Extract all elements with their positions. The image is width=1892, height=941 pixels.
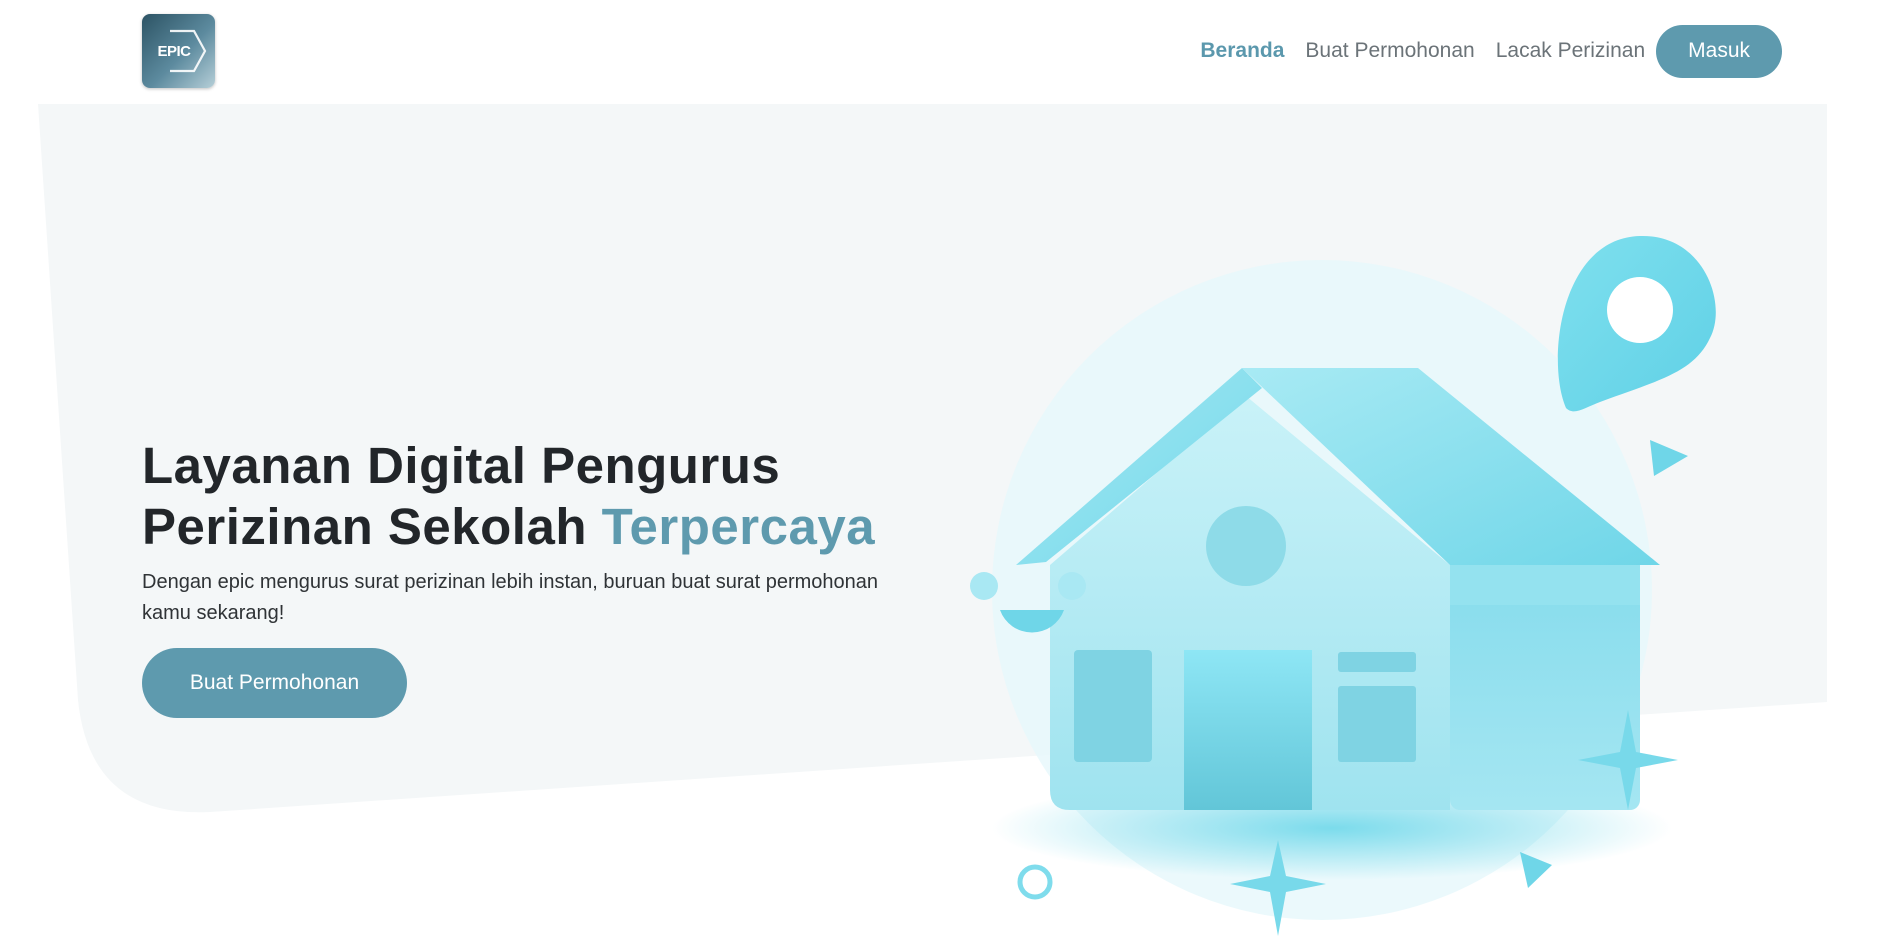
triangle-icon	[1650, 440, 1688, 476]
hero-title-line2: Perizinan Sekolah	[142, 498, 587, 555]
hero-title-accent: Terpercaya	[601, 498, 876, 555]
hero-illustration	[970, 235, 1716, 936]
nav-link-buat-permohonan[interactable]: Buat Permohonan	[1305, 39, 1474, 63]
navbar: EPIC Beranda Buat Permohonan Lacak Periz…	[0, 0, 1892, 104]
create-request-button[interactable]: Buat Permohonan	[142, 648, 407, 718]
nav-menu: Beranda Buat Permohonan Lacak Perizinan …	[1200, 24, 1782, 78]
ring-icon	[1017, 864, 1053, 900]
brand-logo[interactable]: EPIC	[142, 14, 215, 88]
logo-text: EPIC	[157, 43, 191, 60]
nav-link-lacak-perizinan[interactable]: Lacak Perizinan	[1496, 39, 1645, 63]
login-button[interactable]: Masuk	[1656, 24, 1782, 78]
hero-subtitle: Dengan epic mengurus surat perizinan leb…	[142, 571, 879, 624]
nav-link-beranda[interactable]: Beranda	[1200, 39, 1284, 63]
location-pin-icon	[1557, 235, 1716, 412]
hero-title-line1: Layanan Digital Pengurus	[142, 437, 781, 494]
hero-title: Layanan Digital Pengurus Perizinan Sekol…	[142, 435, 875, 557]
